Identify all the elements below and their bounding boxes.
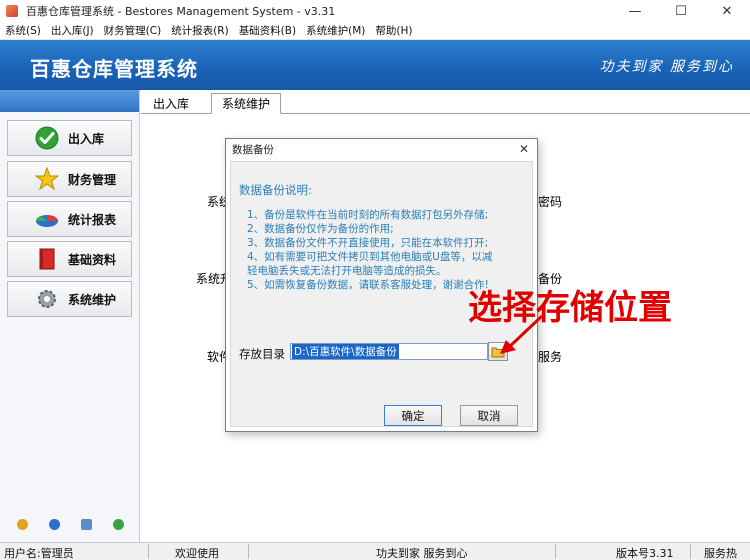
- tab-maintenance[interactable]: 系统维护: [211, 93, 282, 114]
- sidebar-bottom-icons: [0, 514, 140, 534]
- dialog-note-line: 3、数据备份文件不开直接使用，只能在本软件打开;: [247, 237, 489, 249]
- dir-value: D:\百惠软件\数据备份: [292, 344, 399, 359]
- sidebar-item-inout[interactable]: 出入库: [7, 120, 132, 156]
- close-icon[interactable]: ✕: [704, 0, 750, 22]
- menu-system[interactable]: 系统(S): [0, 23, 46, 38]
- status-divider: [555, 544, 556, 559]
- dir-label: 存放目录: [239, 347, 285, 361]
- status-bar: 用户名:管理员 欢迎使用 功夫到家 服务到心 版本号3.31 服务热: [0, 542, 750, 560]
- key-icon[interactable]: [16, 518, 28, 530]
- dialog-note-line: 2、数据备份仅作为备份的作用;: [247, 223, 394, 235]
- app-icon: [6, 5, 18, 17]
- sidebar-item-basic-data[interactable]: 基础资料: [7, 241, 132, 277]
- pie-chart-icon: [34, 206, 60, 232]
- tab-bar: 出入库 系统维护: [141, 90, 750, 114]
- status-slogan: 功夫到家 服务到心: [376, 547, 468, 560]
- sidebar-item-label: 统计报表: [68, 212, 117, 227]
- status-divider: [148, 544, 149, 559]
- clock-icon[interactable]: [48, 518, 60, 530]
- window-controls: — ☐ ✕: [612, 0, 750, 22]
- dialog-note-line: 轻电脑丢失或无法打开电脑等造成的损失。: [247, 265, 447, 277]
- status-user: 用户名:管理员: [4, 547, 74, 560]
- sidebar: 出入库 财务管理 统计报表 基础资料 系统维护: [0, 90, 140, 542]
- menu-basic-data[interactable]: 基础资料(B): [234, 23, 301, 38]
- minimize-icon[interactable]: —: [612, 0, 658, 22]
- status-welcome: 欢迎使用: [175, 547, 219, 560]
- annotation-arrow: [500, 314, 544, 354]
- check-circle-icon: [34, 125, 60, 151]
- menu-finance[interactable]: 财务管理(C): [99, 23, 167, 38]
- sidebar-item-label: 基础资料: [68, 252, 117, 267]
- menu-bar: 系统(S) 出入库(J) 财务管理(C) 统计报表(R) 基础资料(B) 系统维…: [0, 22, 750, 40]
- sidebar-item-label: 出入库: [68, 131, 105, 146]
- dialog-note-line: 1、备份是软件在当前时刻的所有数据打包另外存储;: [247, 209, 489, 221]
- banner-slogan: 功夫到家 服务到心: [599, 59, 734, 75]
- sidebar-header: [0, 90, 139, 112]
- refresh-icon[interactable]: [112, 518, 124, 530]
- dialog-title: 数据备份: [232, 144, 274, 156]
- gear-icon: [34, 286, 60, 312]
- bg-label-password: 密码: [538, 195, 563, 209]
- sidebar-item-label: 系统维护: [68, 292, 117, 307]
- tab-inout[interactable]: 出入库: [143, 93, 199, 114]
- cancel-button[interactable]: 取消: [460, 405, 518, 426]
- sidebar-item-reports[interactable]: 统计报表: [7, 201, 132, 237]
- dir-field[interactable]: D:\百惠软件\数据备份: [290, 343, 488, 360]
- sidebar-item-maintenance[interactable]: 系统维护: [7, 281, 132, 317]
- status-version: 版本号3.31: [616, 547, 674, 560]
- status-divider: [690, 544, 691, 559]
- window-title: 百惠仓库管理系统 - Bestores Management System - …: [26, 5, 336, 18]
- status-service: 服务热: [704, 547, 737, 560]
- menu-inout[interactable]: 出入库(J): [46, 23, 99, 38]
- maximize-icon[interactable]: ☐: [658, 0, 704, 22]
- menu-help[interactable]: 帮助(H): [370, 23, 417, 38]
- dialog-note-line: 4、如有需要可把文件拷贝到其他电脑或U盘等，以减: [247, 251, 493, 263]
- menu-maintenance[interactable]: 系统维护(M): [301, 23, 370, 38]
- status-divider: [248, 544, 249, 559]
- dialog-heading: 数据备份说明:: [239, 183, 312, 197]
- monitor-icon[interactable]: [80, 518, 92, 530]
- star-icon: [34, 166, 60, 192]
- dialog-note-line: 5、如需恢复备份数据，请联系客服处理，谢谢合作!: [247, 279, 489, 291]
- menu-reports[interactable]: 统计报表(R): [166, 23, 234, 38]
- title-bar: 百惠仓库管理系统 - Bestores Management System - …: [0, 0, 750, 22]
- header-banner: 百惠仓库管理系统 功夫到家 服务到心: [0, 40, 750, 90]
- app-title: 百惠仓库管理系统: [30, 57, 198, 81]
- book-icon: [34, 246, 60, 272]
- close-icon[interactable]: ✕: [519, 142, 529, 156]
- ok-button[interactable]: 确定: [384, 405, 442, 426]
- sidebar-item-finance[interactable]: 财务管理: [7, 161, 132, 197]
- sidebar-item-label: 财务管理: [68, 172, 117, 187]
